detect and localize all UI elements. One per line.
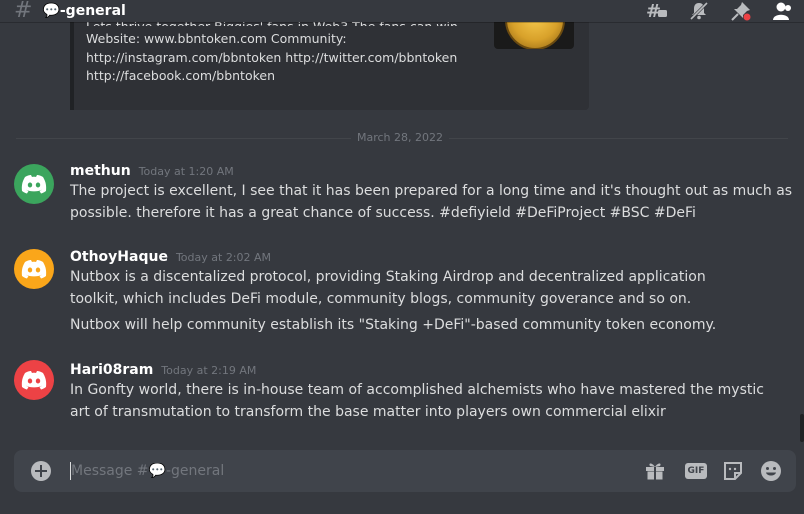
- message-text: Nutbox will help community establish its…: [70, 317, 717, 333]
- discord-logo-icon: [21, 260, 47, 279]
- scrollbar-thumb[interactable]: [800, 414, 804, 442]
- message-text: toolkit, which includes DeFi module, com…: [70, 291, 692, 307]
- pinned-icon[interactable]: [730, 0, 752, 22]
- avatar[interactable]: [14, 249, 54, 289]
- message-input[interactable]: [71, 456, 591, 486]
- message-text: The project is excellent, I see that it …: [70, 183, 793, 199]
- gif-label: GIF: [684, 463, 708, 479]
- link-embed: Lets thrive together Biggies' fans in We…: [70, 19, 589, 110]
- message-header: methun Today at 1:20 AM: [70, 163, 234, 179]
- message-text: possible. therefore it has a great chanc…: [70, 205, 696, 221]
- message-header: Hari08ram Today at 2:19 AM: [70, 362, 256, 378]
- embed-link-line[interactable]: http://facebook.com/bbntoken: [86, 67, 466, 86]
- timestamp: Today at 1:20 AM: [138, 165, 234, 178]
- message-composer: GIF: [14, 450, 796, 492]
- embed-description: Lets thrive together Biggies' fans in We…: [86, 19, 466, 86]
- plus-icon: [35, 465, 47, 477]
- sticker-button[interactable]: [721, 459, 745, 483]
- message-text: art of transmutation to transform the ba…: [70, 404, 666, 420]
- embed-link-line[interactable]: http://instagram.com/bbntoken http://twi…: [86, 49, 466, 68]
- message-text: In Gonfty world, there is in-house team …: [70, 382, 764, 398]
- gift-icon: [646, 463, 664, 480]
- emoji-button[interactable]: [759, 459, 783, 483]
- channel-hash-icon: #: [14, 0, 33, 23]
- threads-icon[interactable]: #: [646, 0, 668, 22]
- discord-logo-icon: [21, 371, 47, 390]
- embed-line: Website: www.bbntoken.com Community:: [86, 31, 347, 46]
- author-name[interactable]: OthoyHaque: [70, 249, 168, 265]
- mute-bell-icon[interactable]: [688, 0, 710, 22]
- author-name[interactable]: Hari08ram: [70, 362, 153, 378]
- date-divider-label: March 28, 2022: [351, 131, 450, 145]
- avatar[interactable]: [14, 164, 54, 204]
- gif-button[interactable]: GIF: [682, 459, 710, 483]
- add-attachment-button[interactable]: [31, 461, 51, 481]
- channel-name: 💬-general: [42, 3, 126, 19]
- emoji-smile-icon: [761, 461, 781, 481]
- coin-image: [505, 22, 565, 49]
- timestamp: Today at 2:19 AM: [161, 364, 257, 377]
- gift-button[interactable]: [643, 459, 667, 483]
- members-icon[interactable]: [772, 0, 794, 22]
- embed-thumbnail[interactable]: [494, 22, 574, 49]
- discord-logo-icon: [21, 175, 47, 194]
- header-toolbar: #: [646, 0, 794, 22]
- timestamp: Today at 2:02 AM: [175, 251, 272, 264]
- channel-header: # 💬-general #: [0, 0, 804, 22]
- author-name[interactable]: methun: [70, 163, 131, 179]
- message-header: OthoyHaque Today at 2:02 AM: [70, 249, 271, 265]
- sticker-icon: [724, 462, 742, 480]
- avatar[interactable]: [14, 360, 54, 400]
- message-text: Nutbox is a discentalized protocol, prov…: [70, 269, 706, 285]
